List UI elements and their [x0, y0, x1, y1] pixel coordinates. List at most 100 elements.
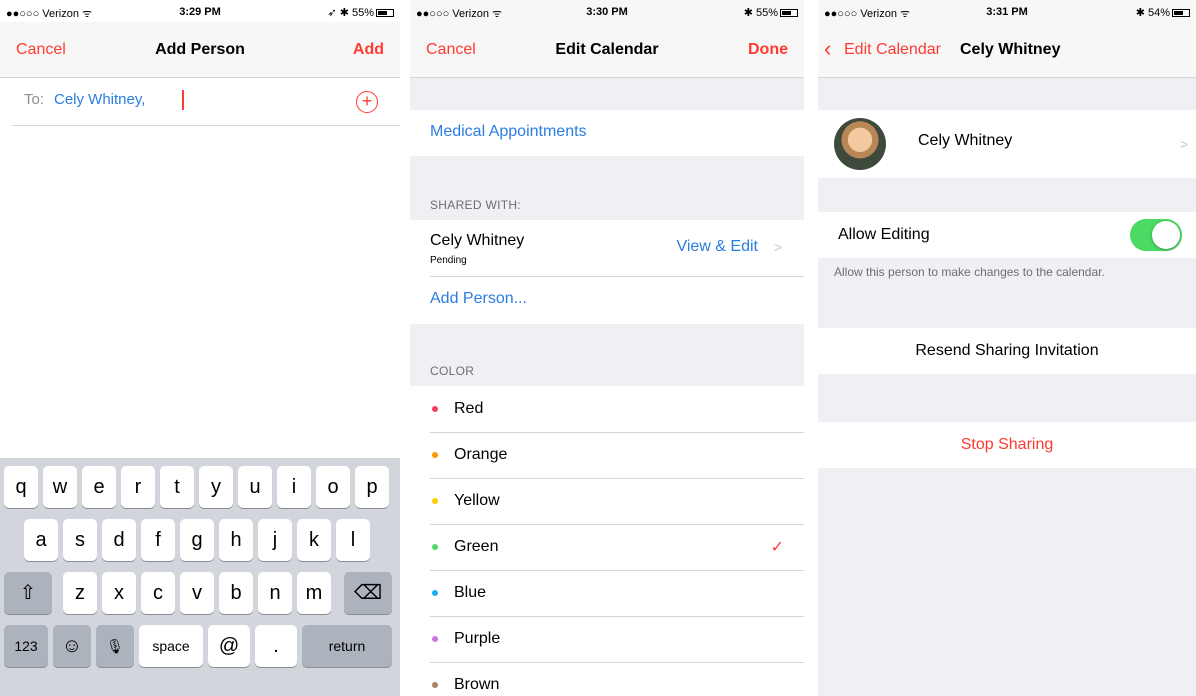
resend-invitation-button[interactable]: Resend Sharing Invitation — [818, 328, 1196, 374]
shared-person-status: Pending — [430, 255, 467, 266]
key-q[interactable]: q — [4, 466, 38, 508]
key-y[interactable]: y — [199, 466, 233, 508]
person-row[interactable]: Cely Whitney > — [818, 110, 1196, 178]
battery-icon — [1172, 9, 1190, 17]
color-option-purple[interactable]: Purple — [410, 616, 804, 662]
permission-label: View & Edit — [676, 238, 758, 255]
key-d[interactable]: d — [102, 519, 136, 561]
color-label: Purple — [454, 630, 501, 647]
key-n[interactable]: n — [258, 572, 292, 614]
battery-indicator: ✱ 54% — [1136, 6, 1190, 19]
color-option-green[interactable]: Green ✓ — [410, 524, 804, 570]
page-title: Cely Whitney — [960, 41, 1061, 58]
color-option-orange[interactable]: Orange — [410, 432, 804, 478]
battery-label: ➶ ✱ 55% — [327, 7, 374, 19]
battery-label: ✱ 55% — [743, 7, 778, 19]
navigation-bar: Cancel Add Person Add — [0, 22, 400, 78]
edit-calendar-screen: ●●○○○ Verizon ᯤ 3:30 PM ✱ 55% Cancel Edi… — [410, 0, 804, 696]
key-u[interactable]: u — [238, 466, 272, 508]
key-m[interactable]: m — [297, 572, 331, 614]
emoji-key[interactable]: ☺ — [53, 625, 91, 667]
key-v[interactable]: v — [180, 572, 214, 614]
microphone-key[interactable]: 🎙 — [96, 625, 134, 667]
resend-invitation-label: Resend Sharing Invitation — [915, 342, 1099, 359]
color-label: Orange — [454, 446, 508, 463]
color-dot-icon — [432, 544, 438, 550]
add-contact-icon[interactable]: + — [356, 91, 378, 113]
key-o[interactable]: o — [316, 466, 350, 508]
color-dot-icon — [432, 498, 438, 504]
key-w[interactable]: w — [43, 466, 77, 508]
key-i[interactable]: i — [277, 466, 311, 508]
color-dot-icon — [432, 452, 438, 458]
allow-editing-toggle[interactable] — [1130, 219, 1182, 251]
key-j[interactable]: j — [258, 519, 292, 561]
done-button[interactable]: Done — [748, 41, 788, 59]
add-person-button[interactable]: Add Person... — [430, 290, 527, 308]
color-dot-icon — [432, 636, 438, 642]
navigation-bar: ‹ Edit Calendar Cely Whitney — [818, 22, 1196, 78]
key-g[interactable]: g — [180, 519, 214, 561]
recipient-token[interactable]: Cely Whitney, — [54, 91, 145, 108]
chevron-left-icon[interactable]: ‹ — [824, 38, 831, 60]
allow-editing-row: Allow Editing — [818, 212, 1196, 258]
stop-sharing-label: Stop Sharing — [960, 436, 1054, 453]
add-person-screen: ●●○○○ Verizon ᯤ 3:29 PM ➶ ✱ 55% Cancel A… — [0, 0, 400, 696]
key-c[interactable]: c — [141, 572, 175, 614]
numbers-key[interactable]: 123 — [4, 625, 48, 667]
allow-editing-label: Allow Editing — [838, 226, 930, 243]
back-button[interactable]: Edit Calendar — [844, 41, 941, 59]
key-r[interactable]: r — [121, 466, 155, 508]
key-f[interactable]: f — [141, 519, 175, 561]
color-label: Yellow — [454, 492, 500, 509]
calendar-name[interactable]: Medical Appointments — [430, 123, 587, 141]
period-key[interactable]: . — [255, 625, 297, 667]
status-bar: ●●○○○ Verizon ᯤ 3:30 PM ✱ 55% — [410, 0, 804, 22]
key-b[interactable]: b — [219, 572, 253, 614]
at-key[interactable]: @ — [208, 625, 250, 667]
color-label: Brown — [454, 676, 500, 693]
key-l[interactable]: l — [336, 519, 370, 561]
key-a[interactable]: a — [24, 519, 58, 561]
shared-person-row[interactable]: Cely Whitney Pending View & Edit > — [410, 220, 804, 276]
keyboard: q w e r t y u i o p a s d f g h j k l ⇧ … — [0, 458, 400, 696]
key-s[interactable]: s — [63, 519, 97, 561]
color-option-yellow[interactable]: Yellow — [410, 478, 804, 524]
battery-indicator: ✱ 55% — [744, 6, 798, 19]
text-cursor — [182, 90, 184, 110]
chevron-right-icon: > — [773, 239, 782, 255]
color-label: Green — [454, 538, 499, 555]
key-z[interactable]: z — [63, 572, 97, 614]
divider — [430, 276, 804, 277]
add-button[interactable]: Add — [353, 41, 384, 59]
color-header: COLOR — [430, 364, 475, 378]
chevron-right-icon: > — [1179, 136, 1188, 152]
key-h[interactable]: h — [219, 519, 253, 561]
calendar-name-field[interactable]: Medical Appointments — [410, 110, 804, 156]
color-dot-icon — [432, 590, 438, 596]
battery-icon — [780, 9, 798, 17]
color-dot-icon — [432, 682, 438, 688]
color-option-brown[interactable]: Brown — [410, 662, 804, 696]
key-k[interactable]: k — [297, 519, 331, 561]
space-key[interactable]: space — [139, 625, 203, 667]
allow-editing-description: Allow this person to make changes to the… — [834, 265, 1105, 279]
return-key[interactable]: return — [302, 625, 392, 667]
key-e[interactable]: e — [82, 466, 116, 508]
stop-sharing-button[interactable]: Stop Sharing — [818, 422, 1196, 468]
page-title: Add Person — [155, 41, 245, 58]
key-t[interactable]: t — [160, 466, 194, 508]
color-option-red[interactable]: Red — [410, 386, 804, 432]
key-p[interactable]: p — [355, 466, 389, 508]
shared-with-list: Cely Whitney Pending View & Edit > Add P… — [410, 220, 804, 324]
battery-icon — [376, 9, 394, 17]
key-x[interactable]: x — [102, 572, 136, 614]
page-title: Edit Calendar — [555, 41, 659, 58]
battery-label: ✱ 54% — [1135, 7, 1170, 19]
color-option-blue[interactable]: Blue — [410, 570, 804, 616]
recipient-field[interactable]: To: Cely Whitney, + — [12, 78, 400, 126]
delete-key[interactable]: ⌫ — [344, 572, 392, 614]
color-label: Red — [454, 400, 484, 417]
color-dot-icon — [432, 406, 438, 412]
shift-key[interactable]: ⇧ — [4, 572, 52, 614]
